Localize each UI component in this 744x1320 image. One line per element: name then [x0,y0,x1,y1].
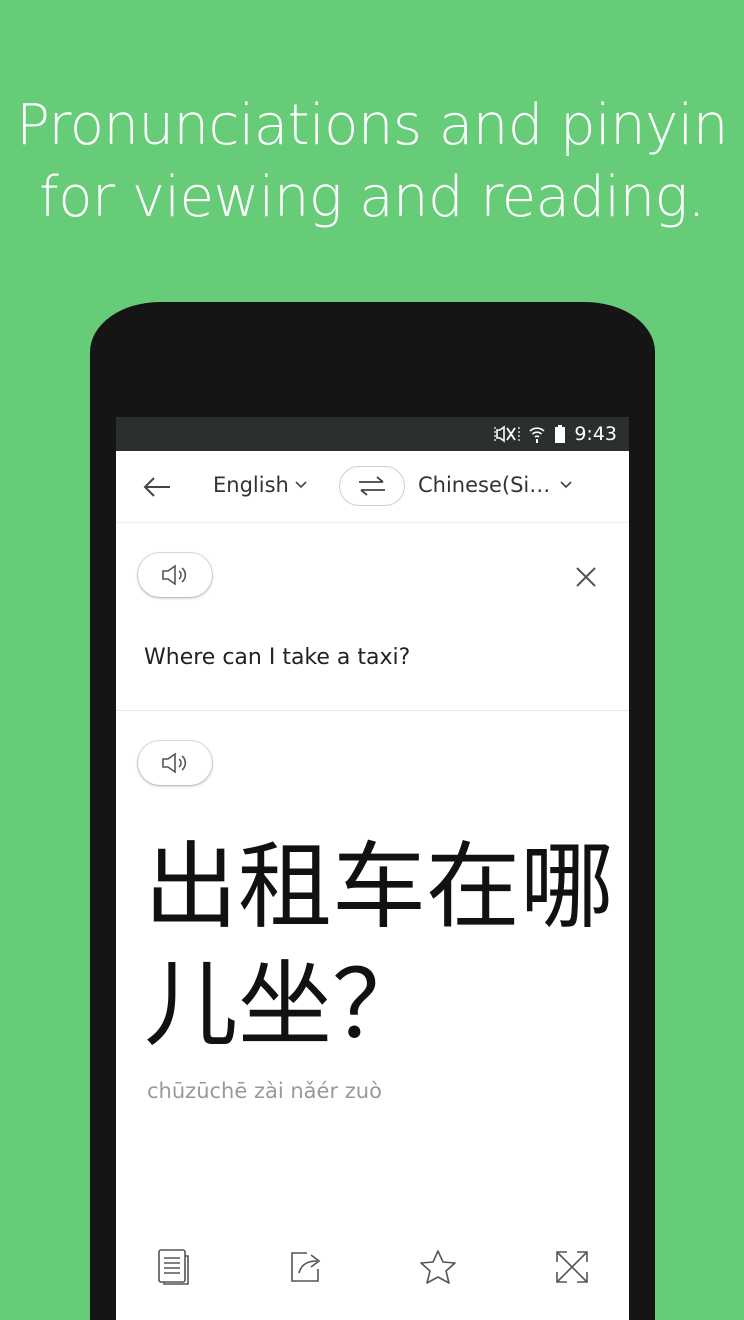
headline-line-1: Pronunciations and pinyin [16,93,728,158]
language-toolbar: English Chinese(Si… [116,451,629,523]
fullscreen-icon [556,1251,588,1283]
wifi-icon [528,424,546,444]
status-bar: 9:43 [116,417,629,451]
translation-text: 出租车在哪 儿坐？ [144,829,614,1065]
battery-icon [554,424,566,444]
target-language-label: Chinese(Si… [418,473,551,497]
favorite-button[interactable] [418,1247,458,1287]
translation-line-2: 儿坐？ [144,951,427,1060]
source-language-select[interactable]: English [213,473,307,497]
promo-headline: Pronunciations and pinyin for viewing an… [0,90,744,234]
arrow-left-icon [143,477,170,497]
speaker-icon [162,752,187,774]
source-language-label: English [213,473,289,497]
headline-line-2: for viewing and reading. [39,165,705,230]
chevron-down-icon [295,481,307,489]
share-button[interactable] [286,1247,326,1287]
chevron-down-icon [560,481,572,489]
back-button[interactable] [140,471,174,503]
swap-arrows-icon [359,476,385,496]
fullscreen-button[interactable] [552,1247,592,1287]
share-icon [291,1252,321,1282]
source-speak-button[interactable] [138,553,212,597]
mute-icon [494,424,520,444]
swap-languages-button[interactable] [339,466,405,506]
pinyin-text: chūzūchē zài nǎér zuò [147,1079,382,1103]
speaker-icon [162,564,187,586]
phone-screen: 9:43 English Chinese(Si… Where can I tak… [116,417,629,1320]
clear-button[interactable] [572,563,600,591]
translation-speak-button[interactable] [138,741,212,785]
source-panel: Where can I take a taxi? [116,523,629,711]
source-text[interactable]: Where can I take a taxi? [144,645,410,670]
translation-line-1: 出租车在哪 [144,833,615,942]
copy-icon [158,1249,189,1285]
copy-button[interactable] [154,1247,194,1287]
close-icon [576,567,596,587]
translation-panel: 出租车在哪 儿坐？ chūzūchē zài nǎér zuò [116,711,629,1319]
star-icon [420,1250,456,1284]
status-time: 9:43 [574,423,617,445]
target-language-select[interactable]: Chinese(Si… [418,473,572,497]
bottom-action-bar [116,1247,629,1291]
